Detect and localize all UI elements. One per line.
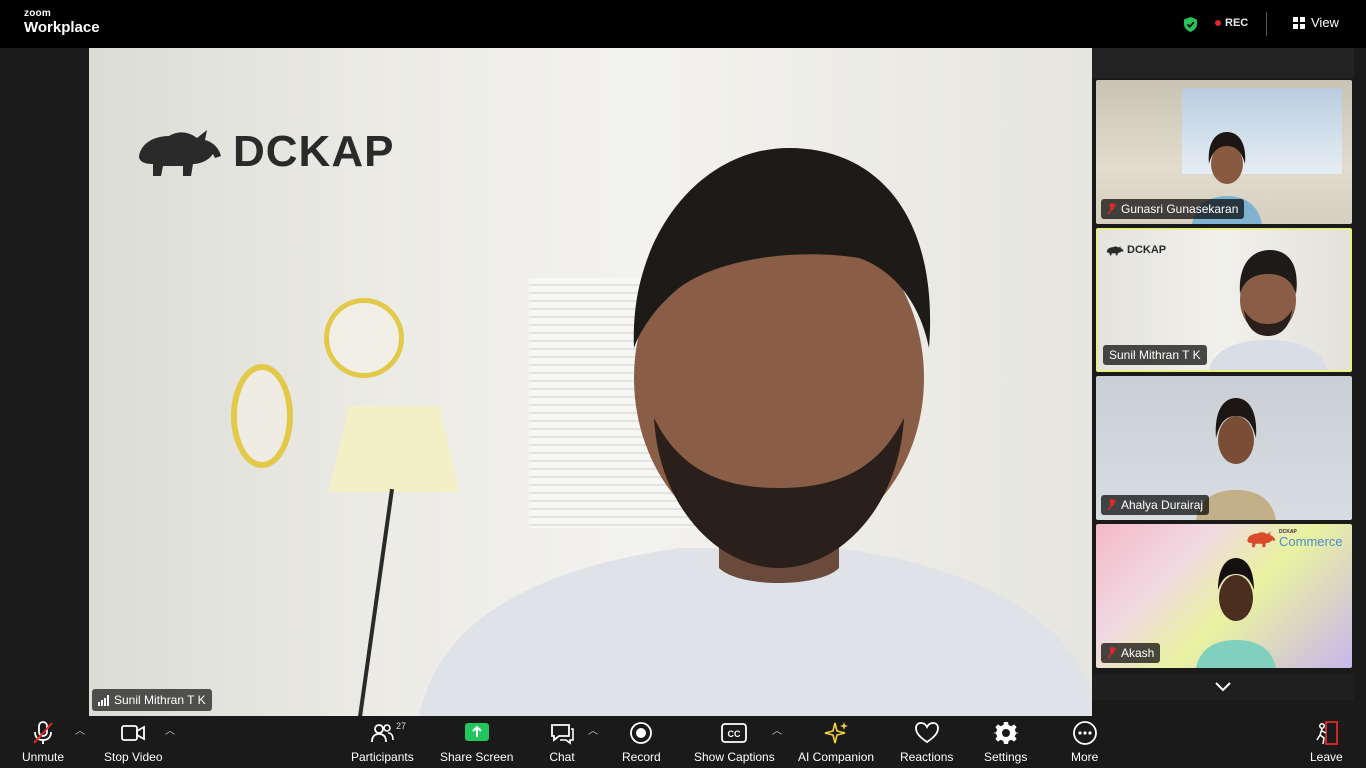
top-bar: zoom Workplace REC View bbox=[0, 0, 1366, 48]
recording-label: REC bbox=[1225, 17, 1249, 29]
divider bbox=[1266, 12, 1267, 36]
mic-muted-icon bbox=[1107, 647, 1117, 659]
participant-name: Akash bbox=[1121, 646, 1155, 660]
chat-button[interactable]: Chat bbox=[549, 720, 575, 764]
floor-lamp-pole bbox=[358, 488, 394, 716]
gallery-header bbox=[1092, 48, 1354, 78]
participant-tile[interactable]: Gunasri Gunasekaran bbox=[1096, 80, 1352, 224]
grid-view-icon bbox=[1293, 16, 1305, 29]
unmute-button[interactable]: Unmute bbox=[22, 720, 64, 764]
stop-video-button[interactable]: Stop Video bbox=[104, 720, 163, 764]
more-button[interactable]: More bbox=[1071, 720, 1098, 764]
speaker-name: Sunil Mithran T K bbox=[114, 693, 206, 707]
ai-companion-label: AI Companion bbox=[798, 750, 875, 764]
active-speaker-name-tag: Sunil Mithran T K bbox=[92, 689, 212, 711]
participants-label: Participants bbox=[351, 750, 414, 764]
gear-icon bbox=[992, 722, 1019, 744]
mic-muted-icon bbox=[1107, 499, 1117, 511]
wall-planter bbox=[231, 364, 293, 468]
view-label: View bbox=[1311, 15, 1339, 30]
gallery-scroll-down-button[interactable] bbox=[1092, 674, 1354, 700]
speaker-silhouette bbox=[419, 148, 1092, 716]
rhino-logo-icon bbox=[1106, 245, 1124, 255]
rhino-logo-icon bbox=[1247, 531, 1276, 548]
encryption-shield-icon[interactable] bbox=[1184, 17, 1197, 32]
ai-companion-button[interactable]: AI Companion bbox=[798, 720, 874, 764]
participants-icon bbox=[371, 724, 395, 743]
recording-indicator[interactable]: REC bbox=[1215, 17, 1248, 29]
settings-label: Settings bbox=[984, 750, 1028, 764]
participant-silhouette bbox=[1208, 250, 1328, 370]
chat-options-caret[interactable]: ︿ bbox=[588, 722, 598, 737]
participant-name-tag: Sunil Mithran T K bbox=[1103, 345, 1207, 365]
logo-zoom: zoom bbox=[24, 8, 51, 19]
stop-video-label: Stop Video bbox=[104, 750, 163, 764]
chevron-down-icon bbox=[1215, 682, 1231, 692]
participant-name: Gunasri Gunasekaran bbox=[1121, 202, 1239, 216]
chat-bubble-icon bbox=[551, 724, 574, 745]
audio-options-caret[interactable]: ︿ bbox=[75, 722, 85, 737]
participant-silhouette bbox=[1196, 558, 1276, 668]
participant-tile[interactable]: DCKAP Commerce Akash bbox=[1096, 524, 1352, 668]
video-options-caret[interactable]: ︿ bbox=[165, 722, 175, 737]
logo-workplace: Workplace bbox=[24, 19, 100, 36]
reactions-button[interactable]: Reactions bbox=[900, 720, 953, 764]
participant-name-tag: Gunasri Gunasekaran bbox=[1101, 199, 1245, 219]
rhino-logo-icon bbox=[139, 130, 221, 176]
dckap-logo: DCKAP bbox=[1106, 244, 1166, 256]
svg-text:CC: CC bbox=[728, 729, 741, 739]
record-icon bbox=[630, 722, 653, 744]
view-button[interactable]: View bbox=[1293, 15, 1339, 30]
connection-signal-icon bbox=[98, 694, 109, 706]
zoom-logo: zoom Workplace bbox=[24, 8, 100, 36]
dckap-brand-text: DCKAP bbox=[233, 127, 395, 176]
leave-button[interactable]: Leave bbox=[1310, 720, 1343, 764]
more-dots-icon bbox=[1072, 721, 1097, 745]
video-camera-icon bbox=[121, 725, 146, 741]
share-screen-button[interactable]: Share Screen bbox=[440, 720, 513, 764]
record-label: Record bbox=[622, 750, 661, 764]
gallery-sidebar: Gunasri Gunasekaran DCKAP Sunil Mithran … bbox=[1092, 48, 1366, 716]
participant-tile[interactable]: DCKAP Sunil Mithran T K bbox=[1096, 228, 1352, 372]
participant-name: Ahalya Durairaj bbox=[1121, 498, 1204, 512]
dckap-logo: DCKAP bbox=[135, 126, 394, 178]
heart-icon bbox=[914, 722, 939, 744]
mic-muted-icon bbox=[1107, 203, 1117, 215]
record-button[interactable]: Record bbox=[622, 720, 661, 764]
share-screen-label: Share Screen bbox=[440, 750, 514, 764]
captions-cc-icon: CC bbox=[721, 723, 748, 743]
participant-tile[interactable]: Ahalya Durairaj bbox=[1096, 376, 1352, 520]
settings-button[interactable]: Settings bbox=[984, 720, 1027, 764]
brand-commerce-text: Commerce bbox=[1279, 534, 1343, 549]
microphone-muted-icon bbox=[33, 721, 53, 744]
dckap-commerce-logo: DCKAP Commerce bbox=[1246, 530, 1343, 548]
dckap-brand-text: DCKAP bbox=[1127, 244, 1167, 256]
more-label: More bbox=[1071, 750, 1099, 764]
leave-exit-icon bbox=[1316, 721, 1339, 745]
participant-name-tag: Ahalya Durairaj bbox=[1101, 495, 1210, 515]
show-captions-button[interactable]: CC Show Captions bbox=[694, 720, 775, 764]
unmute-label: Unmute bbox=[22, 750, 65, 764]
captions-options-caret[interactable]: ︿ bbox=[772, 722, 782, 737]
wall-planter bbox=[324, 298, 404, 378]
chat-label: Chat bbox=[549, 750, 575, 764]
main-stage: DCKAP Sunil Mithran T K bbox=[0, 48, 1092, 716]
leave-label: Leave bbox=[1310, 750, 1343, 764]
show-captions-label: Show Captions bbox=[694, 750, 775, 764]
active-speaker-video[interactable]: DCKAP bbox=[89, 48, 1092, 716]
meeting-toolbar: Unmute ︿ Stop Video ︿ Participants 27 Sh… bbox=[0, 716, 1366, 768]
reactions-label: Reactions bbox=[900, 750, 954, 764]
participant-name-tag: Akash bbox=[1101, 643, 1161, 663]
recording-dot-icon bbox=[1215, 20, 1221, 26]
participant-name: Sunil Mithran T K bbox=[1109, 348, 1201, 362]
share-screen-icon bbox=[464, 723, 489, 741]
participants-count: 27 bbox=[396, 721, 407, 731]
ai-sparkle-icon bbox=[824, 722, 849, 744]
